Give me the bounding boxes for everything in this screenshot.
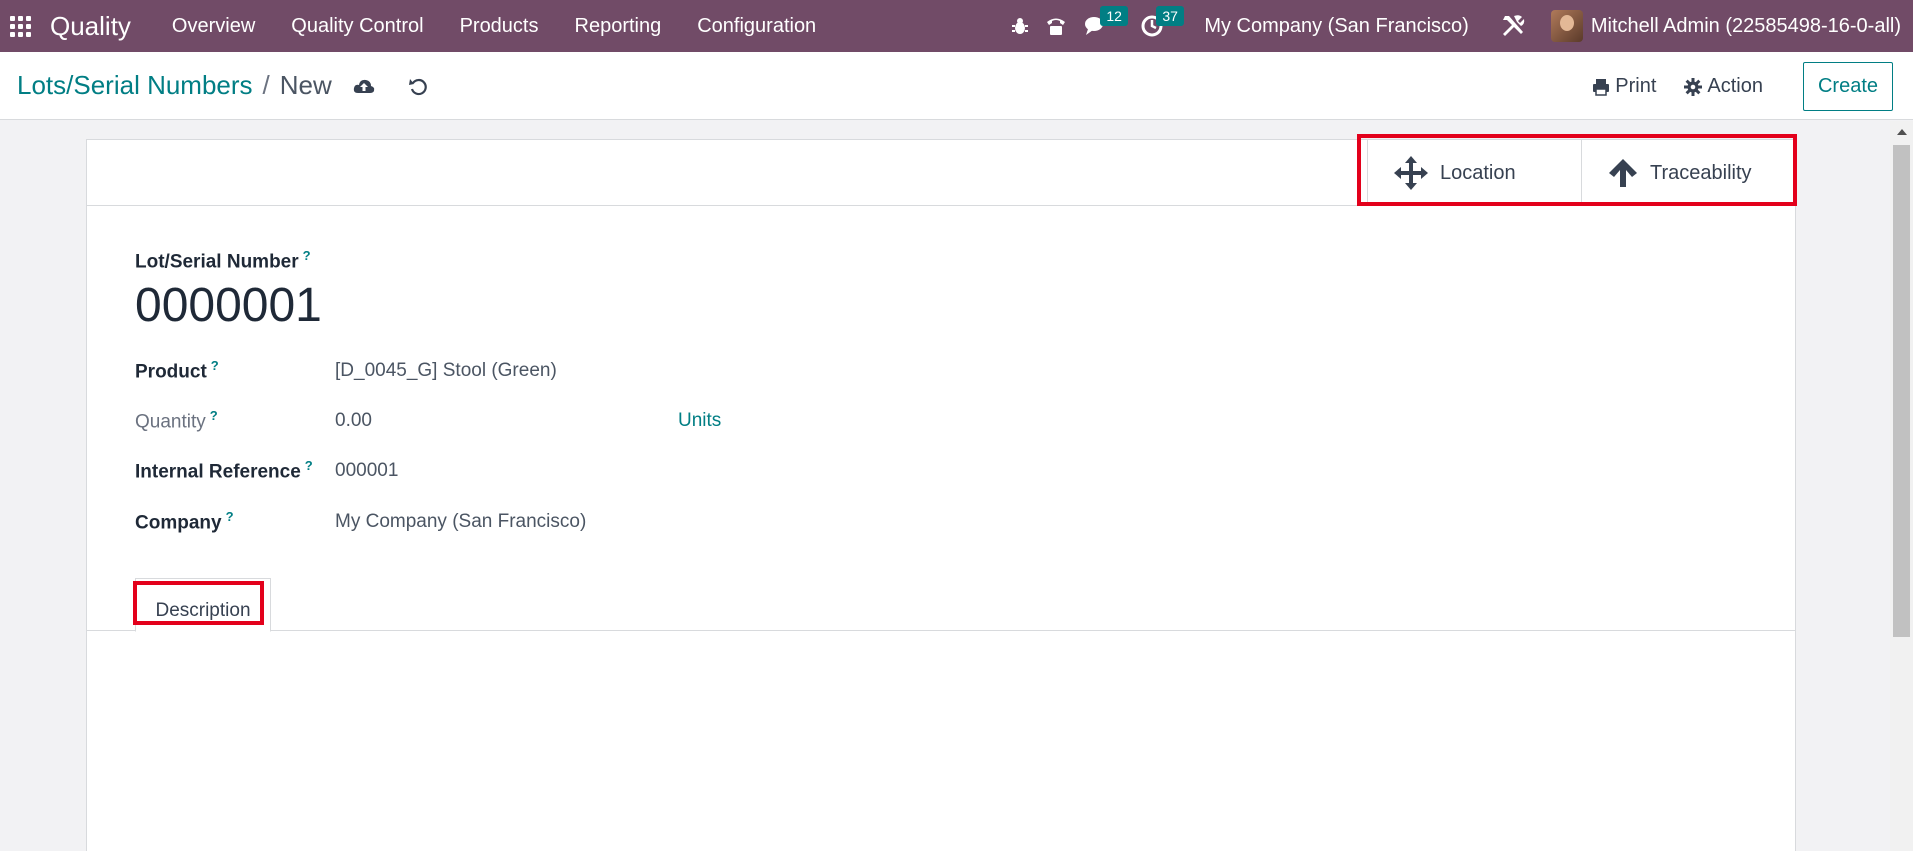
menu-item-products[interactable]: Products: [442, 0, 557, 52]
activities-count-badge: 37: [1156, 6, 1184, 26]
lot-serial-number-label: Lot/Serial Number?: [135, 248, 311, 273]
quantity-value: 0.00: [335, 409, 372, 431]
messages-count-badge: 12: [1100, 6, 1128, 26]
phone-icon[interactable]: [1038, 0, 1074, 52]
highlight-description-tab: [133, 581, 264, 625]
quantity-uom-link[interactable]: Units: [678, 410, 721, 432]
lot-serial-number-input[interactable]: 0000001: [135, 278, 322, 333]
lot-serial-number-label-text: Lot/Serial Number: [135, 251, 299, 273]
create-button[interactable]: Create: [1802, 62, 1893, 111]
company-switcher[interactable]: My Company (San Francisco): [1204, 15, 1469, 38]
navbar-systray: 12 37 My Company (San Francisco) Mitchel…: [1002, 0, 1913, 52]
menu-item-overview[interactable]: Overview: [154, 0, 273, 52]
scroll-thumb[interactable]: [1893, 145, 1910, 637]
print-icon: [1593, 78, 1610, 96]
lot-help-tooltip-icon[interactable]: ?: [303, 248, 311, 263]
highlight-smart-buttons: [1357, 134, 1797, 206]
apps-menu-icon[interactable]: [10, 15, 32, 37]
internal-reference-field-row: Internal Reference? 000001: [135, 458, 935, 483]
messages-chat-icon[interactable]: 12: [1074, 0, 1128, 52]
form-sheet: Location Traceability Lot/Serial Number?…: [86, 139, 1796, 851]
activities-clock-icon[interactable]: 37: [1130, 0, 1184, 52]
control-panel-actions: Print Action Create: [1564, 62, 1893, 111]
save-cloud-icon[interactable]: [352, 74, 376, 98]
breadcrumb-parent-link[interactable]: Lots/Serial Numbers: [17, 70, 253, 101]
user-menu[interactable]: Mitchell Admin (22585498-16-0-all): [1591, 15, 1901, 38]
internal-reference-label: Internal Reference?: [135, 458, 335, 483]
company-label: Company?: [135, 509, 335, 534]
quantity-label-text: Quantity: [135, 411, 206, 433]
company-help-tooltip-icon[interactable]: ?: [226, 509, 234, 524]
print-button-label: Print: [1615, 75, 1657, 97]
debug-bug-icon[interactable]: [1002, 0, 1038, 52]
discard-undo-icon[interactable]: [406, 74, 430, 98]
app-name[interactable]: Quality: [50, 11, 131, 42]
tools-settings-icon[interactable]: [1495, 0, 1531, 52]
quantity-label: Quantity?: [135, 408, 335, 433]
product-input[interactable]: [D_0045_G] Stool (Green): [335, 360, 557, 382]
product-help-tooltip-icon[interactable]: ?: [211, 358, 219, 373]
menu-item-reporting[interactable]: Reporting: [557, 0, 680, 52]
vertical-scrollbar[interactable]: [1890, 121, 1913, 851]
control-panel: Lots/Serial Numbers / New Print Action C…: [0, 52, 1913, 120]
user-avatar[interactable]: [1550, 10, 1583, 42]
quantity-field-row: Quantity? 0.00 Units: [135, 408, 935, 433]
breadcrumb-separator: /: [262, 70, 270, 100]
gear-icon: [1684, 77, 1703, 96]
product-field-row: Product? [D_0045_G] Stool (Green): [135, 358, 935, 383]
scroll-up-arrow-icon[interactable]: [1897, 129, 1907, 135]
menu-item-quality-control[interactable]: Quality Control: [273, 0, 441, 52]
company-field-row: Company? My Company (San Francisco): [135, 509, 935, 534]
internal-reference-label-text: Internal Reference: [135, 461, 301, 483]
print-button[interactable]: Print: [1592, 75, 1656, 98]
top-navbar: Quality Overview Quality Control Product…: [0, 0, 1913, 52]
action-button-label: Action: [1707, 75, 1763, 97]
internal-reference-input[interactable]: 000001: [335, 460, 398, 482]
action-button[interactable]: Action: [1684, 75, 1763, 98]
product-label-text: Product: [135, 361, 207, 383]
company-label-text: Company: [135, 512, 222, 534]
notebook-tabs: Description: [87, 578, 1795, 632]
product-label: Product?: [135, 358, 335, 383]
menu-item-configuration[interactable]: Configuration: [679, 0, 834, 52]
breadcrumb-current: New: [279, 70, 332, 100]
quantity-help-tooltip-icon[interactable]: ?: [210, 408, 218, 423]
main-menu: Overview Quality Control Products Report…: [154, 0, 834, 52]
company-input[interactable]: My Company (San Francisco): [335, 511, 586, 533]
breadcrumb: Lots/Serial Numbers / New: [17, 70, 430, 101]
internal-reference-help-tooltip-icon[interactable]: ?: [305, 458, 313, 473]
